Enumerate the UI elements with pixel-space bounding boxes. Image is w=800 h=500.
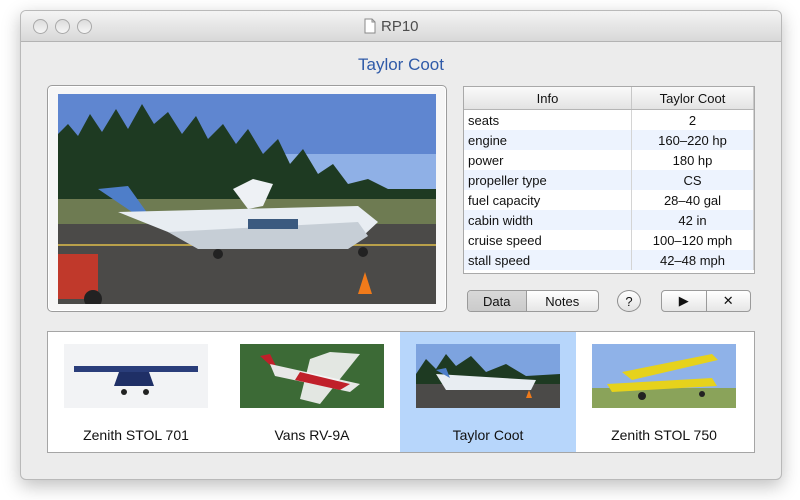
row-value: 42 in [631,210,754,230]
app-window: RP10 Taylor Coot Info Taylor Coot seats … [20,10,782,480]
data-tab-button[interactable]: Data [468,291,527,311]
info-table: Info Taylor Coot seats 2 engine 160–220 hp… [463,86,755,274]
row-value: 180 hp [631,150,754,170]
row-label: propeller type [464,170,632,190]
row-value: CS [631,170,754,190]
table-row: cabin width 42 in [464,210,754,230]
aircraft-thumbnail-image [592,344,736,408]
row-value: 100–120 mph [631,230,754,250]
zoom-window-icon[interactable] [77,19,92,34]
row-label: cabin width [464,210,632,230]
close-icon: ✕ [722,293,734,308]
play-icon: ▶ [678,293,689,308]
close-button[interactable]: ✕ [707,291,751,311]
help-button[interactable]: ? [617,290,641,312]
window-title: RP10 [381,18,419,35]
row-label: seats [464,109,632,130]
table-row: seats 2 [464,109,754,130]
row-label: cruise speed [464,230,632,250]
view-segmented-control: Data Notes [467,290,599,312]
aircraft-thumbnail-image [416,344,560,408]
thumbnail-label: Zenith STOL 750 [611,427,717,443]
close-window-icon[interactable] [33,19,48,34]
photo-frame [47,85,447,312]
row-value: 28–40 gal [631,190,754,210]
row-label: power [464,150,632,170]
table-row: power 180 hp [464,150,754,170]
column-header-info[interactable]: Info [464,87,632,110]
table-row: stall speed 42–48 mph [464,250,754,270]
row-value: 42–48 mph [631,250,754,270]
table-header-row: Info Taylor Coot [464,87,754,110]
row-label: engine [464,130,632,150]
thumbnail-label: Zenith STOL 701 [83,427,189,443]
aircraft-photo [58,94,436,304]
title-bar: RP10 [21,11,781,42]
column-header-aircraft[interactable]: Taylor Coot [631,87,754,110]
row-value: 160–220 hp [631,130,754,150]
thumbnail-strip: Zenith STOL 701 Vans RV-9A Taylor Coot Z… [47,331,755,453]
table-row: engine 160–220 hp [464,130,754,150]
page-title: Taylor Coot [358,55,444,74]
table-row: cruise speed 100–120 mph [464,230,754,250]
aircraft-thumbnail-image [64,344,208,408]
row-value: 2 [631,109,754,130]
aircraft-thumbnail-image [240,344,384,408]
thumbnail-item[interactable]: Vans RV-9A [224,332,400,452]
row-label: fuel capacity [464,190,632,210]
thumbnail-item[interactable]: Zenith STOL 750 [576,332,752,452]
row-label: stall speed [464,250,632,270]
document-icon [364,18,376,34]
table-row: propeller type CS [464,170,754,190]
minimize-window-icon[interactable] [55,19,70,34]
thumbnail-item-selected[interactable]: Taylor Coot [400,332,576,452]
notes-tab-button[interactable]: Notes [527,291,598,311]
thumbnail-label: Vans RV-9A [274,427,350,443]
table-row: fuel capacity 28–40 gal [464,190,754,210]
thumbnail-label: Taylor Coot [452,427,524,443]
play-button[interactable]: ▶ [662,291,707,311]
playback-segmented-control: ▶ ✕ [661,290,751,312]
thumbnail-item[interactable]: Zenith STOL 701 [48,332,224,452]
